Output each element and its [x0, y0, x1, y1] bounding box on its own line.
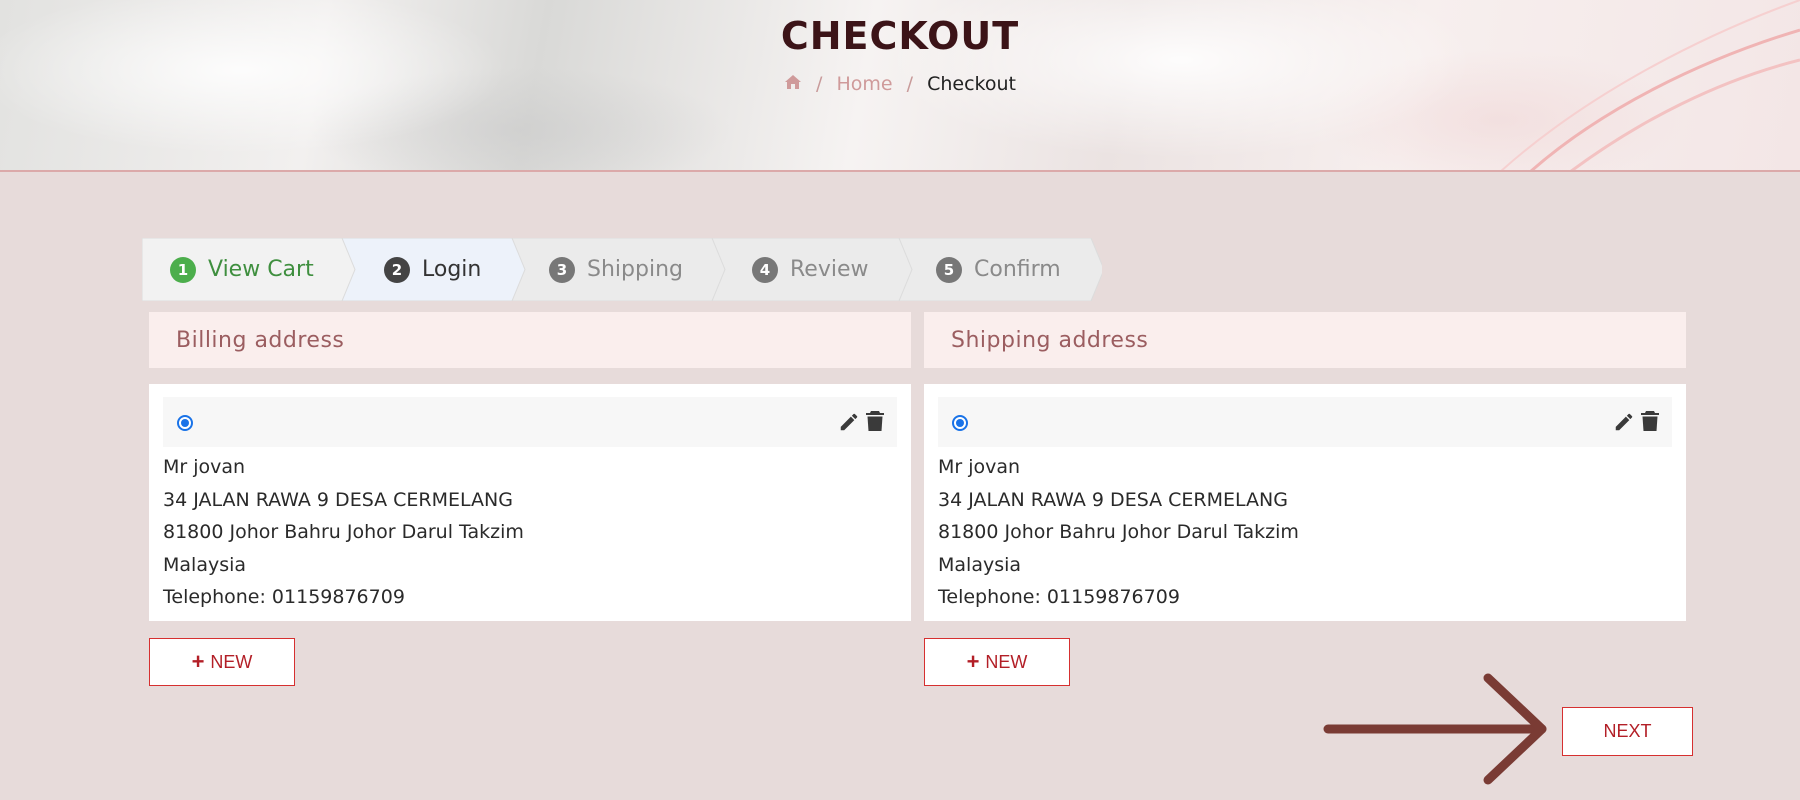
breadcrumb-separator: / [906, 72, 914, 95]
checkout-steps: 1 View Cart 2 Login 3 Shipping 4 Review … [142, 238, 1102, 301]
address-country: Malaysia [938, 553, 1022, 576]
address-line1: 34 JALAN RAWA 9 DESA CERMELANG [163, 488, 513, 511]
step-number: 2 [384, 256, 410, 283]
step-view-cart[interactable]: 1 View Cart [170, 238, 314, 301]
breadcrumb-home-link[interactable] [784, 73, 802, 95]
edit-icon[interactable] [1613, 411, 1635, 433]
plus-icon: + [966, 649, 980, 674]
billing-new-address-button[interactable]: + NEW [149, 638, 295, 686]
address-country: Malaysia [163, 553, 247, 576]
shipping-address-details: Mr jovan 34 JALAN RAWA 9 DESA CERMELANG … [938, 447, 1672, 614]
billing-address-heading: Billing address [149, 312, 911, 368]
home-icon [785, 74, 801, 89]
shipping-address-heading: Shipping address [924, 312, 1686, 368]
breadcrumb-home[interactable]: Home [837, 73, 893, 95]
billing-address-card: Mr jovan 34 JALAN RAWA 9 DESA CERMELANG … [149, 384, 911, 621]
step-login[interactable]: 2 Login [384, 238, 481, 301]
step-label: Confirm [974, 257, 1061, 282]
new-button-label: NEW [210, 651, 253, 672]
breadcrumb-separator: / [816, 72, 823, 95]
step-number: 1 [170, 256, 196, 283]
trash-icon[interactable] [1640, 410, 1660, 432]
billing-card-toolbar [163, 397, 897, 447]
new-button-label: NEW [985, 651, 1028, 672]
address-name: Mr jovan [938, 456, 1021, 478]
address-line1: 34 JALAN RAWA 9 DESA CERMELANG [938, 488, 1288, 511]
plus-icon: + [191, 649, 205, 674]
step-shipping[interactable]: 3 Shipping [549, 238, 683, 301]
step-number: 3 [549, 256, 575, 283]
step-label: Shipping [587, 257, 683, 282]
step-number: 4 [752, 256, 778, 283]
shipping-card-toolbar [938, 397, 1672, 447]
arrow-right-icon [1323, 673, 1547, 785]
address-line2: 81800 Johor Bahru Johor Darul Takzim [163, 521, 524, 543]
breadcrumb-current: Checkout [927, 72, 1016, 95]
shipping-address-radio[interactable] [952, 415, 968, 431]
trash-icon[interactable] [865, 410, 885, 432]
shipping-address-section: Shipping address Mr jovan 34 JALAN RAWA … [924, 312, 1686, 621]
page-title: CHECKOUT [780, 14, 1020, 58]
address-name: Mr jovan [163, 456, 246, 478]
billing-address-section: Billing address Mr jovan 34 JALAN RAWA 9… [149, 312, 911, 621]
step-label: Review [790, 257, 869, 282]
step-confirm[interactable]: 5 Confirm [936, 238, 1061, 301]
step-number: 5 [936, 256, 962, 283]
step-label: Login [422, 257, 482, 282]
header-banner: CHECKOUT / Home / Checkout [0, 0, 1800, 172]
edit-icon[interactable] [838, 411, 860, 433]
step-label: View Cart [208, 257, 314, 282]
address-telephone: Telephone: 01159876709 [163, 586, 405, 608]
billing-address-radio[interactable] [177, 415, 193, 431]
next-button[interactable]: NEXT [1562, 707, 1693, 756]
step-review[interactable]: 4 Review [752, 238, 869, 301]
address-telephone: Telephone: 01159876709 [938, 586, 1180, 608]
address-line2: 81800 Johor Bahru Johor Darul Takzim [938, 521, 1299, 543]
breadcrumb: / Home / Checkout [0, 72, 1800, 95]
shipping-new-address-button[interactable]: + NEW [924, 638, 1070, 686]
shipping-address-card: Mr jovan 34 JALAN RAWA 9 DESA CERMELANG … [924, 384, 1686, 621]
billing-address-details: Mr jovan 34 JALAN RAWA 9 DESA CERMELANG … [163, 447, 897, 614]
